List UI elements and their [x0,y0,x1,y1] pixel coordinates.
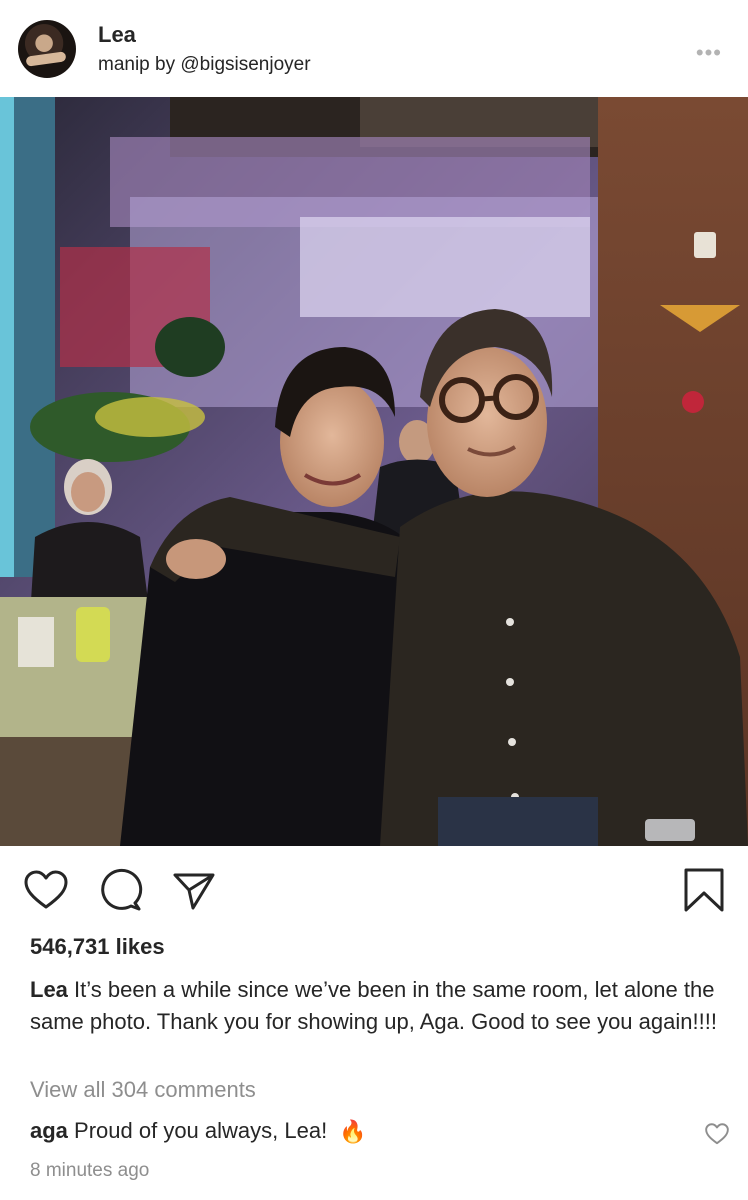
comment-username[interactable]: aga [30,1118,68,1143]
post-username[interactable]: Lea [98,22,136,48]
comment: aga Proud of you always, Lea! 🔥 [30,1118,690,1145]
caption-text: It’s been a while since we’ve been in th… [30,977,717,1034]
caption-username[interactable]: Lea [30,977,68,1002]
more-horizontal-icon[interactable]: ••• [696,40,722,66]
comment-icon[interactable] [96,866,144,914]
heart-icon[interactable] [22,866,70,914]
post-photo[interactable] [0,97,748,846]
post-timestamp: 8 minutes ago [30,1160,150,1181]
fire-emoji: 🔥 [339,1119,367,1145]
post-header: Lea manip by @bigsisenjoyer ••• [0,0,748,97]
post-subtitle[interactable]: manip by @bigsisenjoyer [98,54,311,76]
send-icon[interactable] [170,866,218,914]
view-all-comments-link[interactable]: View all 304 comments [30,1077,256,1103]
bookmark-icon[interactable] [680,866,728,914]
comment-like-heart-icon[interactable] [704,1121,730,1147]
action-bar [0,846,748,934]
comment-text: Proud of you always, Lea! [74,1118,328,1143]
likes-count[interactable]: 546,731 likes [30,934,165,960]
caption: Lea It’s been a while since we’ve been i… [30,974,730,1038]
avatar[interactable] [18,20,76,78]
